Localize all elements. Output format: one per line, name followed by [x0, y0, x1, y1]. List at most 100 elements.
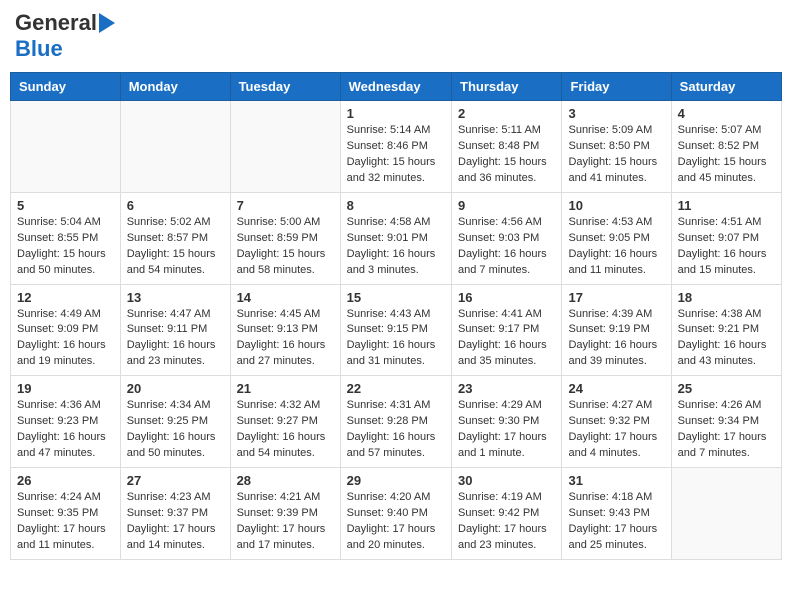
calendar-cell: 24 Sunrise: 4:27 AM Sunset: 9:32 PM Dayli… — [562, 376, 671, 468]
day-number: 4 — [678, 106, 775, 121]
day-info: Sunrise: 4:45 AM Sunset: 9:13 PM Dayligh… — [237, 307, 334, 371]
calendar-cell — [230, 101, 340, 193]
day-info: Sunrise: 4:47 AM Sunset: 9:11 PM Dayligh… — [127, 307, 224, 371]
day-info: Sunrise: 4:41 AM Sunset: 9:17 PM Dayligh… — [458, 307, 555, 371]
calendar-cell: 19 Sunrise: 4:36 AM Sunset: 9:23 PM Dayli… — [11, 376, 121, 468]
day-info: Sunrise: 4:36 AM Sunset: 9:23 PM Dayligh… — [17, 398, 114, 462]
day-number: 9 — [458, 198, 555, 213]
calendar-cell: 10 Sunrise: 4:53 AM Sunset: 9:05 PM Dayli… — [562, 192, 671, 284]
calendar-cell — [671, 468, 781, 560]
calendar-cell: 22 Sunrise: 4:31 AM Sunset: 9:28 PM Dayli… — [340, 376, 451, 468]
calendar-cell — [11, 101, 121, 193]
day-number: 7 — [237, 198, 334, 213]
day-info: Sunrise: 4:58 AM Sunset: 9:01 PM Dayligh… — [347, 215, 445, 279]
calendar-cell: 3 Sunrise: 5:09 AM Sunset: 8:50 PM Daylig… — [562, 101, 671, 193]
calendar-cell: 8 Sunrise: 4:58 AM Sunset: 9:01 PM Daylig… — [340, 192, 451, 284]
calendar-cell: 15 Sunrise: 4:43 AM Sunset: 9:15 PM Dayli… — [340, 284, 451, 376]
day-info: Sunrise: 4:31 AM Sunset: 9:28 PM Dayligh… — [347, 398, 445, 462]
day-info: Sunrise: 4:51 AM Sunset: 9:07 PM Dayligh… — [678, 215, 775, 279]
day-number: 12 — [17, 290, 114, 305]
day-info: Sunrise: 4:56 AM Sunset: 9:03 PM Dayligh… — [458, 215, 555, 279]
day-number: 5 — [17, 198, 114, 213]
calendar-cell: 25 Sunrise: 4:26 AM Sunset: 9:34 PM Dayli… — [671, 376, 781, 468]
calendar-table: SundayMondayTuesdayWednesdayThursdayFrid… — [10, 72, 782, 560]
weekday-header-monday: Monday — [120, 73, 230, 101]
calendar-cell: 20 Sunrise: 4:34 AM Sunset: 9:25 PM Dayli… — [120, 376, 230, 468]
weekday-header-tuesday: Tuesday — [230, 73, 340, 101]
logo-arrow-icon — [99, 13, 115, 33]
day-info: Sunrise: 4:39 AM Sunset: 9:19 PM Dayligh… — [568, 307, 664, 371]
day-number: 15 — [347, 290, 445, 305]
day-info: Sunrise: 4:23 AM Sunset: 9:37 PM Dayligh… — [127, 490, 224, 554]
calendar-cell: 29 Sunrise: 4:20 AM Sunset: 9:40 PM Dayli… — [340, 468, 451, 560]
day-number: 16 — [458, 290, 555, 305]
calendar-cell: 7 Sunrise: 5:00 AM Sunset: 8:59 PM Daylig… — [230, 192, 340, 284]
calendar-cell: 14 Sunrise: 4:45 AM Sunset: 9:13 PM Dayli… — [230, 284, 340, 376]
calendar-cell: 17 Sunrise: 4:39 AM Sunset: 9:19 PM Dayli… — [562, 284, 671, 376]
day-info: Sunrise: 4:20 AM Sunset: 9:40 PM Dayligh… — [347, 490, 445, 554]
day-number: 14 — [237, 290, 334, 305]
day-number: 23 — [458, 381, 555, 396]
day-number: 19 — [17, 381, 114, 396]
calendar-cell: 1Sunrise: 5:14 AM Sunset: 8:46 PM Daylig… — [340, 101, 451, 193]
day-number: 21 — [237, 381, 334, 396]
day-number: 28 — [237, 473, 334, 488]
day-number: 20 — [127, 381, 224, 396]
day-number: 8 — [347, 198, 445, 213]
calendar-cell: 6 Sunrise: 5:02 AM Sunset: 8:57 PM Daylig… — [120, 192, 230, 284]
logo-blue-text: Blue — [15, 36, 63, 62]
day-number: 29 — [347, 473, 445, 488]
calendar-cell: 2Sunrise: 5:11 AM Sunset: 8:48 PM Daylig… — [452, 101, 562, 193]
calendar-cell: 5 Sunrise: 5:04 AM Sunset: 8:55 PM Daylig… — [11, 192, 121, 284]
calendar-cell: 11 Sunrise: 4:51 AM Sunset: 9:07 PM Dayli… — [671, 192, 781, 284]
day-info: Sunrise: 4:26 AM Sunset: 9:34 PM Dayligh… — [678, 398, 775, 462]
day-number: 26 — [17, 473, 114, 488]
day-info: Sunrise: 4:24 AM Sunset: 9:35 PM Dayligh… — [17, 490, 114, 554]
day-info: Sunrise: 4:43 AM Sunset: 9:15 PM Dayligh… — [347, 307, 445, 371]
calendar-cell: 31 Sunrise: 4:18 AM Sunset: 9:43 PM Dayli… — [562, 468, 671, 560]
day-info: Sunrise: 4:27 AM Sunset: 9:32 PM Dayligh… — [568, 398, 664, 462]
day-number: 24 — [568, 381, 664, 396]
day-number: 22 — [347, 381, 445, 396]
calendar-cell: 12 Sunrise: 4:49 AM Sunset: 9:09 PM Dayli… — [11, 284, 121, 376]
day-info: Sunrise: 4:49 AM Sunset: 9:09 PM Dayligh… — [17, 307, 114, 371]
calendar-cell: 13 Sunrise: 4:47 AM Sunset: 9:11 PM Dayli… — [120, 284, 230, 376]
weekday-header-friday: Friday — [562, 73, 671, 101]
calendar-cell: 26 Sunrise: 4:24 AM Sunset: 9:35 PM Dayli… — [11, 468, 121, 560]
calendar-cell: 18 Sunrise: 4:38 AM Sunset: 9:21 PM Dayli… — [671, 284, 781, 376]
day-info: Sunrise: 5:09 AM Sunset: 8:50 PM Dayligh… — [568, 123, 664, 187]
day-number: 6 — [127, 198, 224, 213]
day-number: 31 — [568, 473, 664, 488]
day-number: 17 — [568, 290, 664, 305]
day-info: Sunrise: 4:29 AM Sunset: 9:30 PM Dayligh… — [458, 398, 555, 462]
calendar-cell: 16 Sunrise: 4:41 AM Sunset: 9:17 PM Dayli… — [452, 284, 562, 376]
day-info: Sunrise: 4:32 AM Sunset: 9:27 PM Dayligh… — [237, 398, 334, 462]
day-number: 3 — [568, 106, 664, 121]
day-info: Sunrise: 4:21 AM Sunset: 9:39 PM Dayligh… — [237, 490, 334, 554]
calendar-cell: 28 Sunrise: 4:21 AM Sunset: 9:39 PM Dayli… — [230, 468, 340, 560]
day-info: Sunrise: 4:18 AM Sunset: 9:43 PM Dayligh… — [568, 490, 664, 554]
day-info: Sunrise: 5:02 AM Sunset: 8:57 PM Dayligh… — [127, 215, 224, 279]
day-info: Sunrise: 4:53 AM Sunset: 9:05 PM Dayligh… — [568, 215, 664, 279]
day-info: Sunrise: 4:38 AM Sunset: 9:21 PM Dayligh… — [678, 307, 775, 371]
day-info: Sunrise: 5:00 AM Sunset: 8:59 PM Dayligh… — [237, 215, 334, 279]
calendar-cell: 9 Sunrise: 4:56 AM Sunset: 9:03 PM Daylig… — [452, 192, 562, 284]
day-number: 25 — [678, 381, 775, 396]
weekday-header-saturday: Saturday — [671, 73, 781, 101]
logo-general-text: General — [15, 10, 97, 36]
day-number: 2 — [458, 106, 555, 121]
day-number: 18 — [678, 290, 775, 305]
calendar-cell: 30Sunrise: 4:19 AM Sunset: 9:42 PM Dayli… — [452, 468, 562, 560]
calendar-cell: 23 Sunrise: 4:29 AM Sunset: 9:30 PM Dayli… — [452, 376, 562, 468]
calendar-cell: 4Sunrise: 5:07 AM Sunset: 8:52 PM Daylig… — [671, 101, 781, 193]
day-number: 11 — [678, 198, 775, 213]
calendar-cell — [120, 101, 230, 193]
day-info: Sunrise: 4:34 AM Sunset: 9:25 PM Dayligh… — [127, 398, 224, 462]
day-number: 30 — [458, 473, 555, 488]
day-number: 13 — [127, 290, 224, 305]
day-number: 1 — [347, 106, 445, 121]
day-info: Sunrise: 5:04 AM Sunset: 8:55 PM Dayligh… — [17, 215, 114, 279]
day-number: 10 — [568, 198, 664, 213]
calendar-cell: 27Sunrise: 4:23 AM Sunset: 9:37 PM Dayli… — [120, 468, 230, 560]
calendar-cell: 21 Sunrise: 4:32 AM Sunset: 9:27 PM Dayli… — [230, 376, 340, 468]
